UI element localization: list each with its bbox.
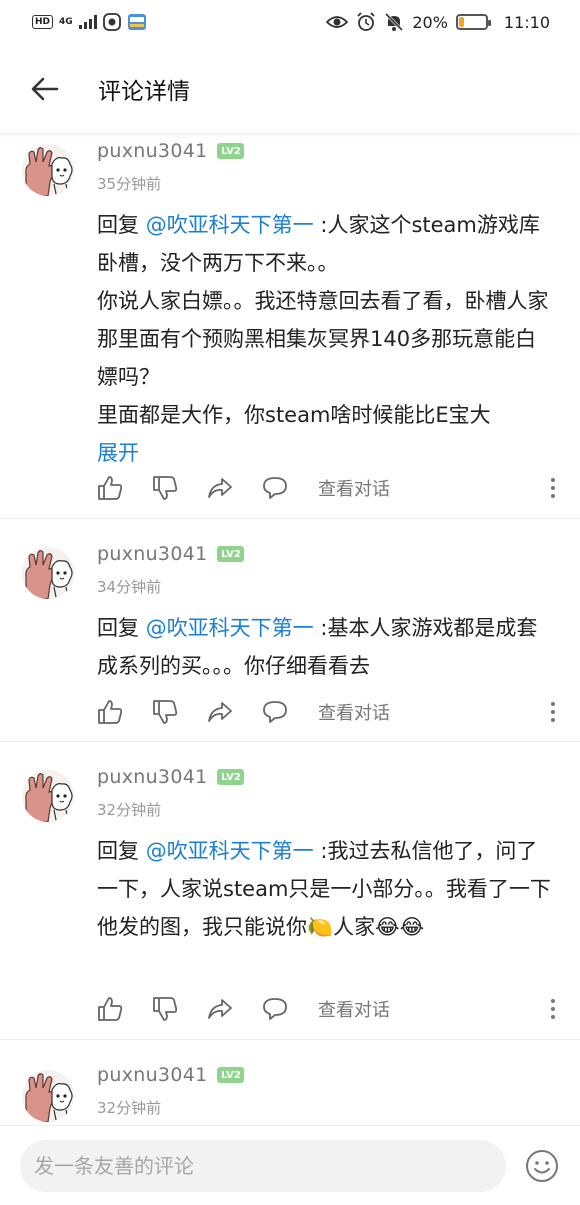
comment-item: puxnu3041 LV2 35分钟前 回复 @吹亚科天下第一 :人家这个ste… [0, 134, 580, 519]
share-button[interactable] [207, 475, 233, 501]
comment-body[interactable]: 回复 @吹亚科天下第一 :我过去私信他了，问了一下，人家说steam只是一小部分… [97, 832, 557, 946]
more-options-icon[interactable] [549, 478, 557, 498]
app-header: 评论详情 [0, 44, 580, 134]
share-button[interactable] [207, 699, 233, 725]
like-button[interactable] [97, 475, 123, 501]
view-conversation-link[interactable]: 查看对话 [318, 996, 390, 1022]
signal-icon [78, 15, 97, 29]
username-row: puxnu3041 LV2 [97, 1064, 245, 1086]
image-notification-icon [127, 14, 146, 30]
comment-bubble-icon [263, 998, 287, 1020]
username-row: puxnu3041 LV2 [97, 543, 245, 565]
thumbs-down-icon [153, 997, 178, 1021]
emoji-icon[interactable] [524, 1148, 560, 1184]
arrow-left-icon [31, 77, 59, 100]
level-badge: LV2 [217, 1067, 245, 1083]
comment-actions: 查看对话 [97, 475, 557, 501]
reply-button[interactable] [262, 699, 288, 725]
level-badge: LV2 [217, 143, 245, 159]
username[interactable]: puxnu3041 [97, 766, 207, 788]
reply-prefix: 回复 [97, 616, 146, 640]
avatar[interactable] [22, 547, 74, 599]
comment-bubble-icon [263, 477, 287, 499]
username[interactable]: puxnu3041 [97, 140, 207, 162]
avatar[interactable] [22, 144, 74, 196]
comment-item: puxnu3041 LV2 32分钟前 回复 @吹亚科天下第一 :我过去私信他了… [0, 742, 580, 1040]
comment-text: :人家这个steam游戏库卧槽，没个两万下不来。。 你说人家白嫖。。我还特意回去… [97, 213, 549, 427]
share-arrow-icon [208, 478, 232, 498]
thumbs-up-icon [98, 997, 123, 1021]
share-arrow-icon [208, 702, 232, 722]
mention-link[interactable]: @吹亚科天下第一 [146, 839, 314, 863]
comment-input[interactable] [20, 1140, 506, 1192]
share-button[interactable] [207, 996, 233, 1022]
more-options-icon[interactable] [549, 702, 557, 722]
comment-time: 34分钟前 [97, 578, 162, 596]
view-conversation-link[interactable]: 查看对话 [318, 699, 390, 725]
dislike-button[interactable] [152, 996, 178, 1022]
share-arrow-icon [208, 999, 232, 1019]
battery-icon [455, 14, 491, 30]
like-button[interactable] [97, 699, 123, 725]
mention-link[interactable]: @吹亚科天下第一 [146, 213, 314, 237]
comment-item: puxnu3041 LV2 32分钟前 [0, 1040, 580, 1125]
thumbs-down-icon [153, 476, 178, 500]
clock: 11:10 [503, 12, 550, 32]
reply-button[interactable] [262, 996, 288, 1022]
thumbs-up-icon [98, 700, 123, 724]
status-right: 20% 11:10 [326, 12, 550, 32]
thumbs-down-icon [153, 700, 178, 724]
alarm-icon [357, 12, 375, 31]
username[interactable]: puxnu3041 [97, 1064, 207, 1086]
level-badge: LV2 [217, 769, 245, 785]
battery-percent: 20% [412, 12, 448, 32]
avatar[interactable] [22, 770, 74, 822]
expand-link[interactable]: 展开 [97, 434, 557, 472]
view-conversation-link[interactable]: 查看对话 [318, 475, 390, 501]
reply-prefix: 回复 [97, 839, 146, 863]
thumbs-up-icon [98, 476, 123, 500]
comment-bubble-icon [263, 701, 287, 723]
status-bar: HD 4G 20% 11:10 [0, 0, 580, 44]
mention-link[interactable]: @吹亚科天下第一 [146, 616, 314, 640]
more-options-icon[interactable] [549, 999, 557, 1019]
app-notification-icon [102, 13, 121, 31]
eye-icon [326, 16, 349, 28]
dislike-button[interactable] [152, 475, 178, 501]
comment-time: 32分钟前 [97, 1099, 162, 1117]
comment-time: 35分钟前 [97, 175, 162, 193]
comment-body[interactable]: 回复 @吹亚科天下第一 :人家这个steam游戏库卧槽，没个两万下不来。。 你说… [97, 206, 557, 472]
mute-icon [385, 12, 404, 32]
back-button[interactable] [0, 44, 90, 134]
comment-actions: 查看对话 [97, 699, 557, 725]
comment-input-bar [0, 1125, 580, 1205]
reply-button[interactable] [262, 475, 288, 501]
network-type: 4G [59, 16, 73, 27]
comment-time: 32分钟前 [97, 801, 162, 819]
page-title: 评论详情 [98, 78, 190, 105]
username-row: puxnu3041 LV2 [97, 766, 245, 788]
reply-prefix: 回复 [97, 213, 146, 237]
status-left: HD 4G [32, 13, 147, 31]
comment-item: puxnu3041 LV2 34分钟前 回复 @吹亚科天下第一 :基本人家游戏都… [0, 519, 580, 742]
dislike-button[interactable] [152, 699, 178, 725]
hd-indicator: HD [32, 15, 54, 29]
avatar[interactable] [22, 1070, 74, 1122]
username[interactable]: puxnu3041 [97, 543, 207, 565]
level-badge: LV2 [217, 546, 245, 562]
comment-actions: 查看对话 [97, 996, 557, 1022]
username-row: puxnu3041 LV2 [97, 140, 245, 162]
comment-body[interactable]: 回复 @吹亚科天下第一 :基本人家游戏都是成套成系列的买。。。你仔细看看去 [97, 609, 557, 685]
like-button[interactable] [97, 996, 123, 1022]
battery-fill [458, 17, 464, 27]
